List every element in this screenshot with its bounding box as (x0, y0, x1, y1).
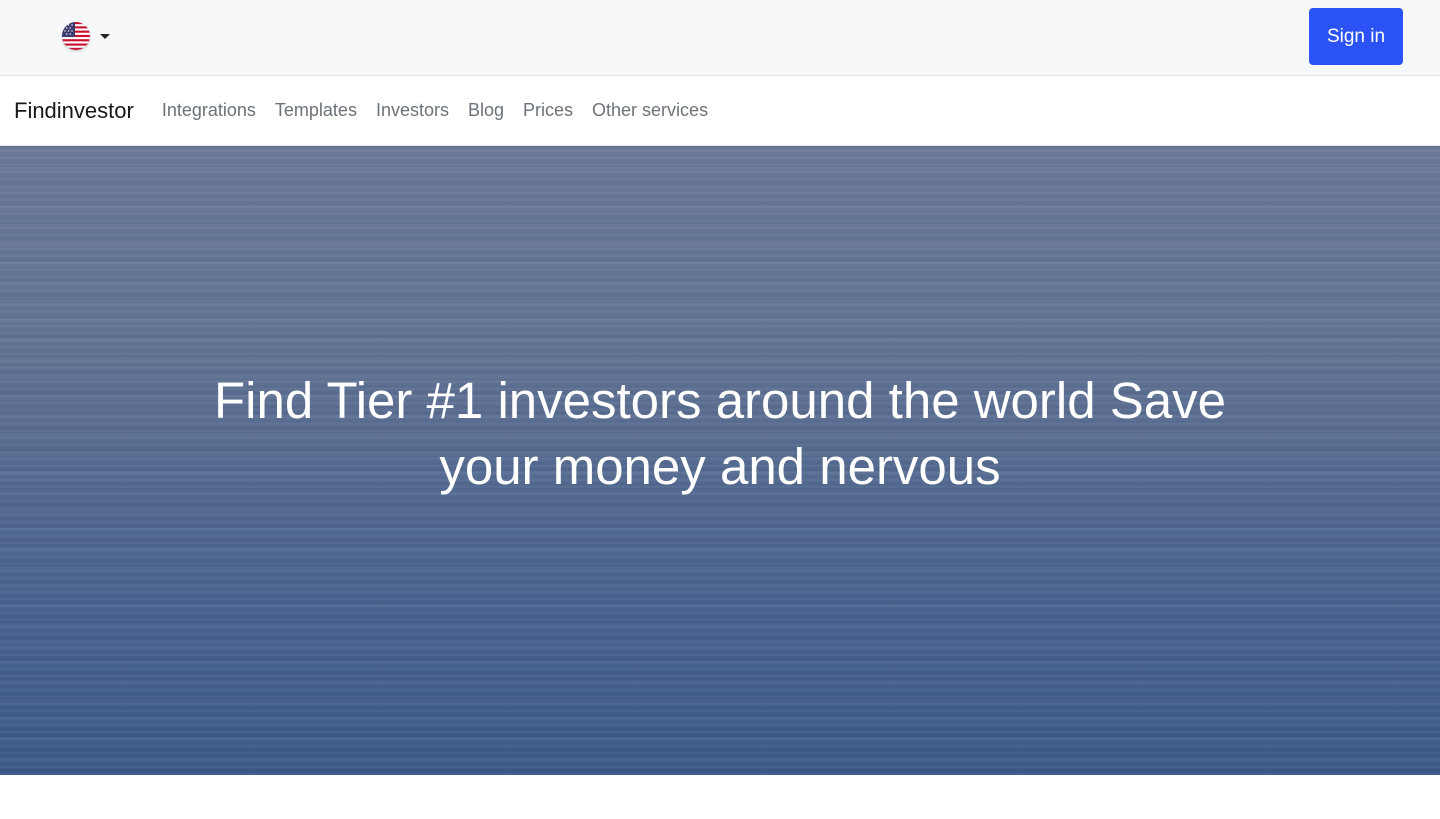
nav-link-integrations[interactable]: Integrations (162, 100, 256, 121)
main-navbar: Findinvestor Integrations Templates Inve… (0, 76, 1440, 146)
brand-logo[interactable]: Findinvestor (14, 98, 134, 124)
nav-link-other-services[interactable]: Other services (592, 100, 708, 121)
sign-in-button[interactable]: Sign in (1309, 8, 1403, 65)
language-selector[interactable] (62, 22, 110, 50)
caret-down-icon (100, 33, 110, 39)
hero-banner: Find Tier #1 investors around the world … (0, 146, 1440, 775)
nav-link-investors[interactable]: Investors (376, 100, 449, 121)
nav-link-prices[interactable]: Prices (523, 100, 573, 121)
us-flag-icon (62, 22, 90, 50)
nav-link-blog[interactable]: Blog (468, 100, 504, 121)
hero-title: Find Tier #1 investors around the world … (213, 372, 1227, 495)
nav-link-templates[interactable]: Templates (275, 100, 357, 121)
nav-links: Integrations Templates Investors Blog Pr… (162, 100, 727, 121)
top-bar: Sign in (0, 0, 1440, 76)
